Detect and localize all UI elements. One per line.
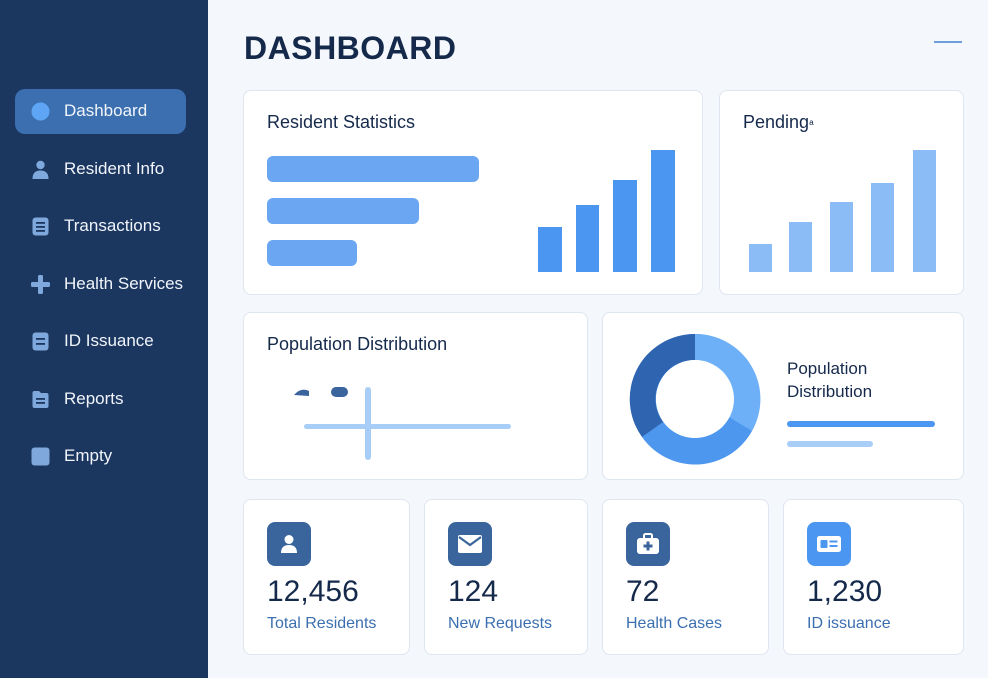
vertical-bar [613,180,637,272]
user-icon [32,160,49,179]
chart-marker [294,389,309,396]
resident-statistics-card: Resident Statistics [243,90,703,295]
vertical-axis [365,387,371,460]
donut-label: Population Distribution [787,359,873,401]
vertical-bar [576,205,599,272]
sidebar: Dashboard Resident Info Transactions Hea… [0,0,208,678]
resident-statistics-chart [267,150,675,272]
stat-label: Health Cases [626,615,723,632]
stat-value: 1,230 [807,575,883,608]
horizontal-bar [267,156,479,182]
stat-card-total-residents[interactable]: 12,456 Total Residents [243,499,410,655]
plus-icon [31,275,50,294]
horizontal-bar [267,240,357,266]
stat-value: 72 [626,575,660,608]
pending-chart [749,150,936,272]
donut-hole [656,360,734,438]
sidebar-item-label: ID Issuance [64,331,154,350]
stat-card-health-cases[interactable]: 72 Health Cases [602,499,769,655]
user-icon [267,522,311,566]
stat-card-new-requests[interactable]: 124 New Requests [424,499,588,655]
vertical-bar [538,227,562,272]
document-icon [32,332,49,351]
stat-card-id-issuance[interactable]: 1,230 ID issuance [783,499,964,655]
folder-icon [32,391,49,408]
population-distribution-card: Population Distribution [243,312,588,480]
mail-icon [448,522,492,566]
medical-bag-icon [626,522,670,566]
chart-marker [331,387,348,397]
vertical-bar [830,202,853,272]
sidebar-item-label: Resident Info [64,159,165,178]
sidebar-item-empty[interactable]: Empty [15,434,186,479]
sidebar-item-resident-info[interactable]: Resident Info [15,147,186,192]
menu-icon[interactable] [934,41,962,43]
population-donut-card: Population Distribution [602,312,964,480]
vertical-bar [871,183,894,272]
sidebar-item-label: Health Services [64,274,184,293]
sidebar-item-dashboard[interactable]: Dashboard [15,89,186,134]
vertical-bar [789,222,812,272]
sidebar-item-reports[interactable]: Reports [15,377,186,422]
pending-card: Pendingᵃ [719,90,964,295]
horizontal-axis [304,424,511,429]
sidebar-item-label: Dashboard [64,101,148,120]
page-title: DASHBOARD [244,30,457,66]
legend-bar [787,421,935,427]
main-content: DASHBOARD Resident Statistics Pendingᵃ P… [208,0,988,678]
vertical-bar [749,244,772,272]
stat-value: 124 [448,575,499,608]
stat-label: New Requests [448,615,553,632]
vertical-bar [651,150,675,272]
vertical-bar [913,150,936,272]
sidebar-item-health-services[interactable]: Health Services [15,262,186,307]
stat-label: Total Residents [267,615,377,632]
id-card-icon [807,522,851,566]
horizontal-bar [267,198,419,224]
sidebar-item-id-issuance[interactable]: ID Issuance [15,319,186,364]
sidebar-item-label: Empty [64,446,113,465]
circle-icon [31,102,50,121]
sidebar-item-transactions[interactable]: Transactions [15,204,186,249]
square-icon [31,447,50,466]
legend-bar [787,441,873,447]
sidebar-item-label: Reports [64,389,124,408]
population-distribution-chart [294,387,511,460]
stat-label: ID issuance [807,615,891,632]
document-icon [32,217,49,236]
sidebar-item-label: Transactions [64,216,161,235]
stat-value: 12,456 [267,575,359,608]
